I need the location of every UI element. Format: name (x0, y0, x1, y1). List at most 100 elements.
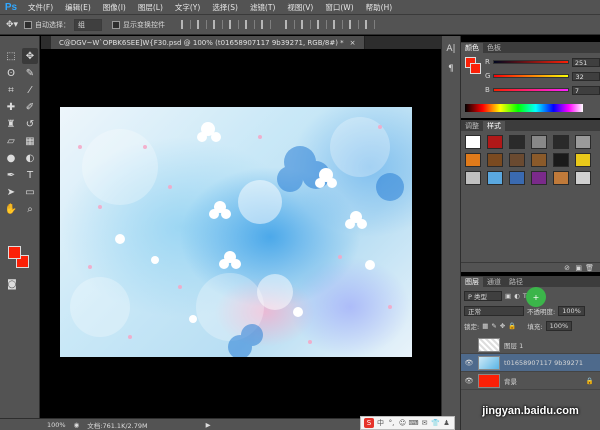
blue-slider[interactable] (492, 88, 569, 92)
character-panel-icon[interactable]: A| (444, 42, 458, 56)
ime-chinese-mode[interactable]: 中 (376, 419, 385, 428)
visibility-eye-icon[interactable]: 👁 (464, 359, 474, 367)
style-swatch[interactable] (509, 135, 525, 149)
menu-window[interactable]: 窗口(W) (319, 2, 359, 13)
auto-select-option[interactable]: 自动选择： (24, 20, 70, 30)
auto-select-checkbox[interactable] (24, 20, 32, 29)
tab-paths[interactable]: 路径 (505, 277, 527, 287)
menu-filter[interactable]: 滤镜(T) (244, 2, 281, 13)
visibility-eye-icon[interactable]: 👁 (464, 377, 474, 385)
ime-mail-icon[interactable]: ✉ (420, 419, 429, 428)
status-arrow-icon[interactable]: ▶ (206, 421, 211, 429)
style-swatch[interactable] (465, 153, 481, 167)
foreground-color-swatch[interactable] (8, 246, 21, 259)
menu-type[interactable]: 文字(Y) (169, 2, 206, 13)
menu-file[interactable]: 文件(F) (22, 2, 59, 13)
paragraph-panel-icon[interactable]: ¶ (444, 62, 458, 76)
fill-input[interactable]: 100% (545, 321, 573, 331)
tab-styles[interactable]: 样式 (483, 121, 505, 131)
layer-row-background[interactable]: 👁 背景 🔒 (461, 372, 600, 390)
move-tool-icon[interactable]: ✥ (22, 48, 38, 64)
status-info-icon[interactable]: ◉ (74, 421, 80, 429)
distribute-bottom-icon[interactable] (317, 20, 327, 29)
delete-style-icon[interactable]: 🗑 (585, 264, 594, 272)
ime-logo-icon[interactable]: S (364, 418, 374, 428)
tab-color[interactable]: 颜色 (461, 43, 483, 53)
align-right-icon[interactable] (261, 20, 271, 29)
crop-tool-icon[interactable]: ⌗ (3, 82, 19, 98)
menu-view[interactable]: 视图(V) (281, 2, 319, 13)
type-tool-icon[interactable]: T (22, 167, 38, 183)
gradient-tool-icon[interactable]: ▦ (22, 133, 38, 149)
style-swatch[interactable] (575, 171, 591, 185)
artwork-canvas[interactable] (60, 107, 412, 357)
style-swatch[interactable] (575, 135, 591, 149)
lasso-tool-icon[interactable]: ʘ (3, 65, 19, 81)
layer-row-photo[interactable]: 👁 t01658907117 9b39271 (461, 354, 600, 372)
lock-paint-icon[interactable]: ✎ (491, 322, 496, 330)
red-value-input[interactable]: 251 (571, 57, 600, 67)
color-spectrum-bar[interactable] (465, 104, 583, 112)
style-swatch[interactable] (509, 153, 525, 167)
layer-kind-filter[interactable]: P 类型 (464, 291, 502, 301)
hand-tool-icon[interactable]: ✋ (3, 201, 19, 217)
path-select-tool-icon[interactable]: ➤ (3, 184, 19, 200)
menu-select[interactable]: 选择(S) (206, 2, 244, 13)
align-vcenter-icon[interactable] (197, 20, 207, 29)
distribute-hcenter-icon[interactable] (349, 20, 359, 29)
ime-emoji-icon[interactable]: ☺ (398, 419, 407, 428)
clone-stamp-tool-icon[interactable]: ♜ (3, 116, 19, 132)
lock-all-icon[interactable]: 🔒 (508, 322, 516, 330)
style-swatch[interactable] (465, 171, 481, 185)
style-swatch[interactable] (575, 153, 591, 167)
align-left-icon[interactable] (229, 20, 239, 29)
ime-skin-icon[interactable]: 👕 (431, 419, 440, 428)
healing-brush-tool-icon[interactable]: ✚ (3, 99, 19, 115)
style-swatch[interactable] (509, 171, 525, 185)
distribute-top-icon[interactable] (285, 20, 295, 29)
style-swatch[interactable] (553, 153, 569, 167)
history-brush-tool-icon[interactable]: ↺ (22, 116, 38, 132)
tab-adjustments[interactable]: 调整 (461, 121, 483, 131)
filter-pixel-icon[interactable]: ▣ (505, 292, 511, 300)
tab-layers[interactable]: 图层 (461, 277, 483, 287)
distribute-left-icon[interactable] (333, 20, 343, 29)
pen-tool-icon[interactable]: ✒ (3, 167, 19, 183)
style-swatch[interactable] (487, 171, 503, 185)
canvas-workspace[interactable] (41, 49, 441, 417)
menu-help[interactable]: 帮助(H) (360, 2, 399, 13)
style-swatch[interactable] (487, 153, 503, 167)
brush-tool-icon[interactable]: ✐ (22, 99, 38, 115)
eraser-tool-icon[interactable]: ▱ (3, 133, 19, 149)
tab-channels[interactable]: 通道 (483, 277, 505, 287)
tab-swatches[interactable]: 色板 (483, 43, 505, 53)
style-swatch[interactable] (531, 153, 547, 167)
menu-image[interactable]: 图像(I) (97, 2, 132, 13)
quick-select-tool-icon[interactable]: ✎ (22, 65, 38, 81)
dodge-tool-icon[interactable]: ◐ (22, 150, 38, 166)
lock-move-icon[interactable]: ✥ (500, 322, 505, 330)
style-swatch[interactable] (553, 171, 569, 185)
color-panel-background[interactable] (470, 63, 481, 74)
close-tab-icon[interactable]: × (350, 39, 356, 47)
ime-keyboard-icon[interactable]: ⌨ (408, 419, 418, 428)
layer-row-layer1[interactable]: 图层 1 (461, 336, 600, 354)
quick-mask-icon[interactable]: ◙ (4, 276, 20, 292)
distribute-right-icon[interactable] (365, 20, 375, 29)
document-tab[interactable]: C@DGV~W`OPBK6SEE]W{F30.psd @ 100% (t0165… (51, 36, 365, 49)
style-swatch[interactable] (465, 135, 481, 149)
ime-punctuation-icon[interactable]: °, (387, 419, 396, 428)
add-badge-icon[interactable]: + (526, 287, 546, 307)
show-transform-checkbox[interactable] (112, 20, 120, 29)
move-tool-preset-icon[interactable]: ✥▾ (4, 17, 20, 33)
new-style-icon[interactable]: ▣ (575, 264, 582, 272)
show-transform-option[interactable]: 显示变换控件 (112, 20, 165, 30)
clear-style-icon[interactable]: ⊘ (564, 264, 570, 272)
zoom-level[interactable]: 100% (47, 421, 66, 429)
blur-tool-icon[interactable]: ● (3, 150, 19, 166)
ime-tools-icon[interactable]: ♟ (442, 419, 451, 428)
zoom-tool-icon[interactable]: ⌕ (22, 201, 38, 217)
style-swatch[interactable] (553, 135, 569, 149)
align-hcenter-icon[interactable] (245, 20, 255, 29)
green-value-input[interactable]: 32 (572, 71, 600, 81)
